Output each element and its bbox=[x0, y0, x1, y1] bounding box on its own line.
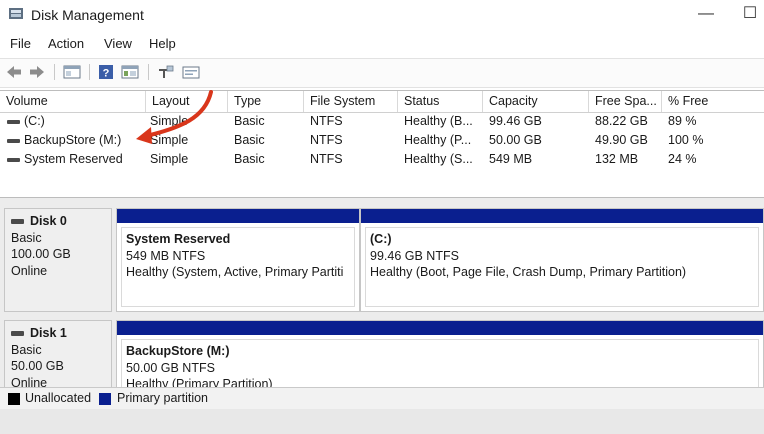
volume-drive-icon bbox=[7, 139, 20, 143]
maximize-button[interactable]: ☐ bbox=[730, 2, 764, 28]
partition-size: 549 MB NTFS bbox=[126, 248, 206, 263]
status-bar bbox=[0, 409, 764, 434]
cell-volume: (C:) bbox=[24, 114, 45, 128]
legend-primary-partition: Primary partition bbox=[117, 391, 208, 405]
disk-icon bbox=[11, 218, 24, 224]
primary-partition-bar bbox=[361, 209, 763, 223]
partition-name: System Reserved bbox=[126, 232, 231, 246]
volume-row[interactable]: BackupStore (M:) Simple Basic NTFS Healt… bbox=[0, 131, 764, 150]
cell-type: Basic bbox=[234, 152, 265, 166]
toolbar-separator bbox=[54, 64, 55, 80]
legend-unallocated: Unallocated bbox=[25, 391, 92, 405]
partition-size: 50.00 GB NTFS bbox=[126, 360, 215, 375]
cell-volume: System Reserved bbox=[24, 152, 123, 166]
partition-name: BackupStore (M:) bbox=[126, 344, 230, 358]
partition-size: 99.46 GB NTFS bbox=[370, 248, 459, 263]
disk-graphical-view: Disk 0 Basic 100.00 GB Online System Res… bbox=[0, 197, 764, 390]
window-title: Disk Management bbox=[31, 7, 144, 23]
disk-size: 100.00 GB bbox=[11, 247, 71, 261]
column-header-layout[interactable]: Layout bbox=[146, 91, 228, 112]
back-arrow-icon[interactable] bbox=[5, 64, 23, 80]
cell-type: Basic bbox=[234, 133, 265, 147]
menu-action[interactable]: Action bbox=[48, 36, 84, 51]
svg-text:?: ? bbox=[103, 68, 110, 80]
disk-info-panel[interactable]: Disk 0 Basic 100.00 GB Online bbox=[4, 208, 112, 312]
volume-list: Volume Layout Type File System Status Ca… bbox=[0, 90, 764, 196]
volume-list-header: Volume Layout Type File System Status Ca… bbox=[0, 91, 764, 113]
cell-status: Healthy (B... bbox=[404, 114, 473, 128]
cell-file-system: NTFS bbox=[310, 114, 343, 128]
volume-row[interactable]: (C:) Simple Basic NTFS Healthy (B... 99.… bbox=[0, 112, 764, 131]
disk-name: Disk 0 bbox=[30, 214, 67, 228]
partition-name: (C:) bbox=[370, 232, 392, 246]
primary-partition-bar bbox=[117, 209, 359, 223]
disk-type: Basic bbox=[11, 230, 42, 245]
column-header-type[interactable]: Type bbox=[228, 91, 304, 112]
help-icon[interactable]: ? bbox=[97, 64, 115, 80]
cell-layout: Simple bbox=[150, 114, 189, 128]
menu-view[interactable]: View bbox=[104, 36, 132, 51]
console-tree-icon[interactable] bbox=[121, 64, 139, 80]
volume-drive-icon bbox=[7, 120, 20, 124]
cell-free-space: 132 MB bbox=[595, 152, 639, 166]
cell-capacity: 99.46 GB bbox=[489, 114, 542, 128]
cell-type: Basic bbox=[234, 114, 265, 128]
partition-block[interactable]: BackupStore (M:) 50.00 GB NTFS Healthy (… bbox=[116, 320, 764, 390]
partition-block[interactable]: (C:) 99.46 GB NTFS Healthy (Boot, Page F… bbox=[360, 208, 764, 312]
menu-bar: File Action View Help bbox=[0, 33, 764, 55]
primary-partition-bar bbox=[117, 321, 763, 335]
title-bar: Disk Management — ☐ bbox=[0, 0, 764, 30]
cell-file-system: NTFS bbox=[310, 133, 343, 147]
disk-name: Disk 1 bbox=[30, 326, 67, 340]
menu-file[interactable]: File bbox=[10, 36, 31, 51]
cell-capacity: 549 MB bbox=[489, 152, 533, 166]
cell-volume: BackupStore (M:) bbox=[24, 133, 122, 147]
rescan-icon[interactable] bbox=[157, 64, 175, 80]
partition-status: Healthy (Boot, Page File, Crash Dump, Pr… bbox=[370, 265, 687, 279]
toolbar-separator bbox=[89, 64, 90, 80]
disk-type: Basic bbox=[11, 342, 42, 357]
partition-block[interactable]: System Reserved 549 MB NTFS Healthy (Sys… bbox=[116, 208, 360, 312]
menu-help[interactable]: Help bbox=[149, 36, 176, 51]
properties-icon[interactable] bbox=[63, 64, 81, 80]
cell-percent-free: 24 % bbox=[668, 152, 697, 166]
disk-state: Online bbox=[11, 263, 48, 278]
cell-status: Healthy (S... bbox=[404, 152, 473, 166]
cell-percent-free: 100 % bbox=[668, 133, 704, 147]
toolbar-separator bbox=[148, 64, 149, 80]
minimize-button[interactable]: — bbox=[686, 2, 726, 28]
disk-list-icon[interactable] bbox=[182, 64, 200, 80]
cell-layout: Simple bbox=[150, 133, 189, 147]
cell-free-space: 49.90 GB bbox=[595, 133, 648, 147]
cell-layout: Simple bbox=[150, 152, 189, 166]
disk-info-panel[interactable]: Disk 1 Basic 50.00 GB Online bbox=[4, 320, 112, 390]
column-header-file-system[interactable]: File System bbox=[304, 91, 398, 112]
cell-percent-free: 89 % bbox=[668, 114, 697, 128]
forward-arrow-icon[interactable] bbox=[28, 64, 46, 80]
toolbar: ? bbox=[0, 58, 764, 88]
disk-size: 50.00 GB bbox=[11, 359, 64, 373]
volume-row[interactable]: System Reserved Simple Basic NTFS Health… bbox=[0, 150, 764, 169]
disk-row: Disk 0 Basic 100.00 GB Online System Res… bbox=[0, 208, 764, 312]
cell-free-space: 88.22 GB bbox=[595, 114, 648, 128]
column-header-volume[interactable]: Volume bbox=[0, 91, 146, 112]
partition-status: Healthy (System, Active, Primary Partiti bbox=[126, 265, 344, 279]
column-header-capacity[interactable]: Capacity bbox=[483, 91, 589, 112]
column-header-free-space[interactable]: Free Spa... bbox=[589, 91, 662, 112]
volume-drive-icon bbox=[7, 158, 20, 162]
column-header-status[interactable]: Status bbox=[398, 91, 483, 112]
cell-status: Healthy (P... bbox=[404, 133, 472, 147]
legend: Unallocated Primary partition bbox=[0, 387, 764, 410]
disk-row: Disk 1 Basic 50.00 GB Online BackupStore… bbox=[0, 320, 764, 390]
primary-partition-swatch bbox=[99, 393, 111, 405]
disk-icon bbox=[11, 330, 24, 336]
cell-capacity: 50.00 GB bbox=[489, 133, 542, 147]
disk-management-app-icon bbox=[9, 8, 23, 19]
column-header-percent-free[interactable]: % Free bbox=[662, 91, 764, 112]
unallocated-swatch bbox=[8, 393, 20, 405]
cell-file-system: NTFS bbox=[310, 152, 343, 166]
